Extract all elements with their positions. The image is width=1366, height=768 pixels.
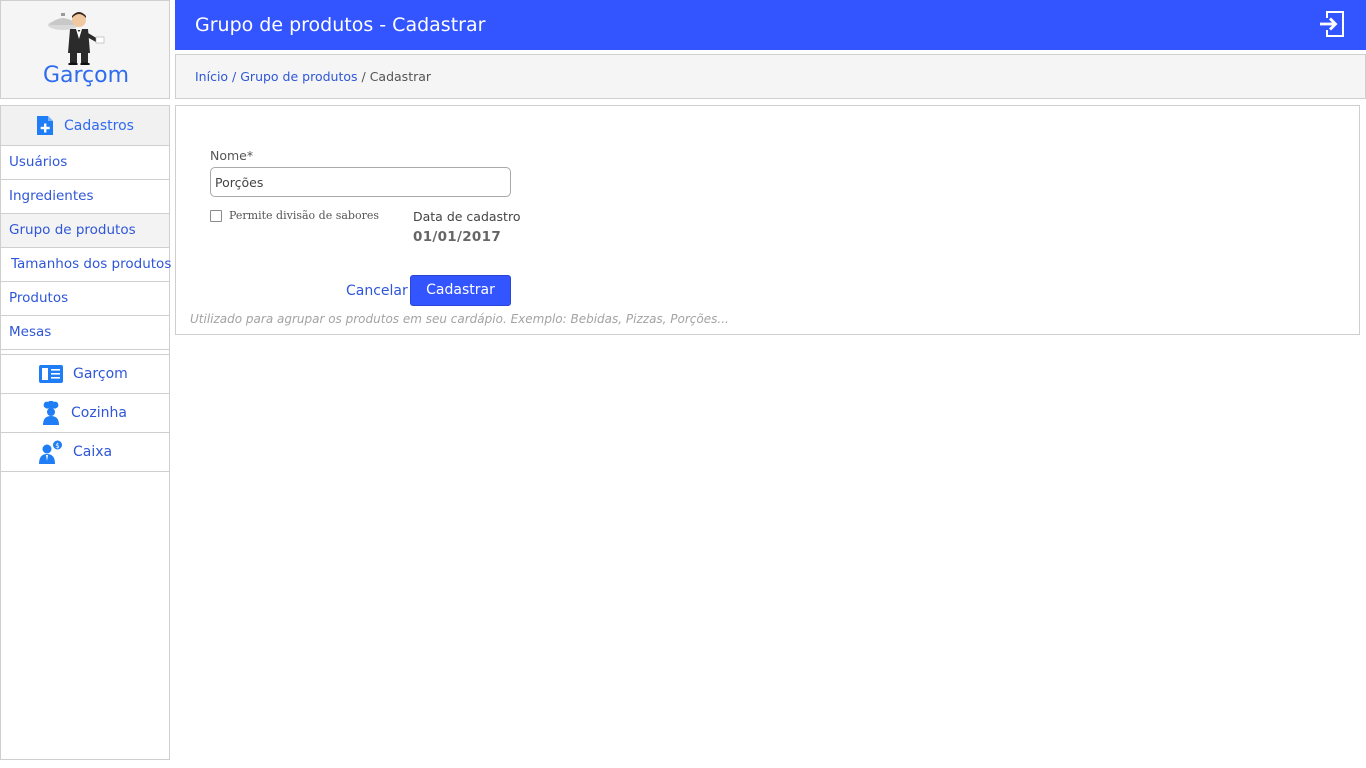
sidebar-item-usuarios[interactable]: Usuários — [1, 146, 169, 180]
sidebar-item-ingredientes[interactable]: Ingredientes — [1, 180, 169, 214]
data-cadastro-value: 01/01/2017 — [413, 229, 502, 245]
add-document-icon — [37, 116, 54, 135]
form-hint: Utilizado para agrupar os produtos em se… — [190, 312, 729, 326]
chef-icon — [43, 401, 59, 425]
data-cadastro-label: Data de cadastro — [413, 209, 521, 224]
module-cozinha-label: Cozinha — [71, 405, 127, 421]
module-cozinha[interactable]: Cozinha — [1, 394, 169, 433]
module-caixa-label: Caixa — [73, 444, 113, 460]
permite-divisao-checkbox[interactable] — [210, 209, 222, 222]
module-garcom-label: Garçom — [73, 366, 128, 382]
breadcrumb-separator: / — [228, 69, 241, 84]
page-title: Grupo de produtos - Cadastrar — [195, 14, 486, 36]
nome-label: Nome* — [210, 148, 254, 163]
sidebar-item-grupo-de-produtos[interactable]: Grupo de produtos — [1, 214, 169, 248]
menu-book-icon — [39, 365, 63, 383]
waiter-logo-icon — [48, 12, 105, 65]
form-panel: Nome* Permite divisão de sabores Data de… — [175, 105, 1360, 335]
cashier-icon: $ — [39, 440, 63, 464]
breadcrumb-home-link[interactable]: Início — [195, 69, 228, 84]
permite-divisao-checkbox-row[interactable]: Permite divisão de sabores — [210, 209, 379, 222]
cancel-button[interactable]: Cancelar — [346, 283, 408, 299]
module-garcom[interactable]: Garçom — [1, 355, 169, 394]
breadcrumb: Início / Grupo de produtos / Cadastrar — [175, 54, 1366, 99]
breadcrumb-current: Cadastrar — [369, 69, 432, 84]
module-caixa[interactable]: $ Caixa — [1, 433, 169, 472]
breadcrumb-parent-link[interactable]: Grupo de produtos — [240, 69, 357, 84]
sidebar-section-label: Cadastros — [64, 117, 134, 134]
sidebar-item-produtos[interactable]: Produtos — [1, 282, 169, 316]
permite-divisao-label[interactable]: Permite divisão de sabores — [229, 209, 379, 222]
top-bar: Grupo de produtos - Cadastrar — [175, 0, 1366, 50]
nome-input[interactable] — [210, 167, 511, 197]
svg-text:$: $ — [55, 442, 59, 450]
app-logo[interactable]: Garçom — [0, 0, 170, 99]
sidebar: Cadastros Usuários Ingredientes Grupo de… — [0, 105, 171, 760]
breadcrumb-separator: / — [357, 69, 370, 84]
submit-button[interactable]: Cadastrar — [410, 275, 511, 306]
sidebar-item-mesas[interactable]: Mesas — [1, 316, 169, 350]
exit-icon[interactable] — [1318, 10, 1346, 38]
app-logo-text: Garçom — [42, 63, 130, 88]
sidebar-item-tamanhos-dos-produtos[interactable]: Tamanhos dos produtos — [1, 248, 171, 282]
sidebar-section-cadastros[interactable]: Cadastros — [1, 106, 169, 146]
